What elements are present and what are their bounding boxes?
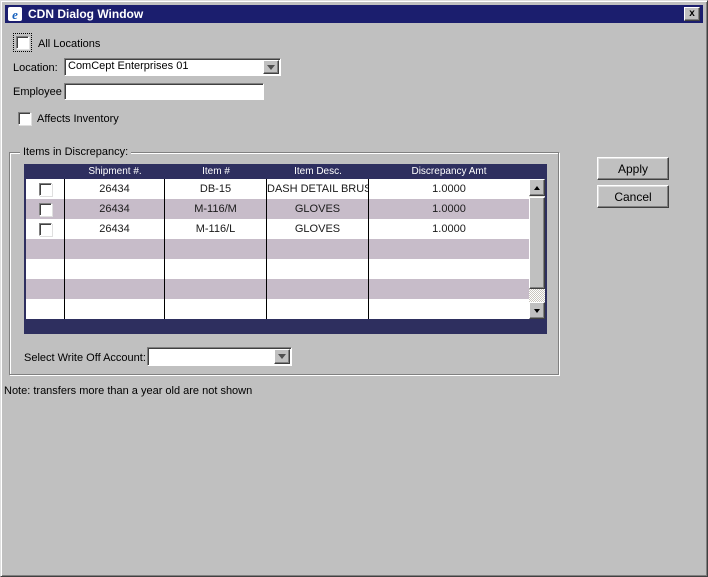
cell-item: M-116/L [165,219,267,239]
triangle-up-icon [534,186,540,190]
cell-desc: GLOVES [267,219,369,239]
cancel-button[interactable]: Cancel [597,185,669,208]
triangle-down-icon [534,309,540,313]
cell-desc: GLOVES [267,199,369,219]
dialog-window: e CDN Dialog Window x All Locations Loca… [0,0,708,577]
row-checkbox-cell [26,279,65,299]
cell-shipment [65,239,165,259]
row-checkbox-cell [26,299,65,319]
column-header-desc: Item Desc. [267,166,369,179]
table-row: 26434M-116/LGLOVES1.0000 [26,219,529,239]
row-checkbox-cell [26,259,65,279]
location-value: ComCept Enterprises 01 [65,59,262,75]
chevron-down-icon [267,65,275,70]
cell-shipment [65,279,165,299]
window-title: CDN Dialog Window [28,7,684,21]
scroll-up-button[interactable] [529,179,545,196]
cell-shipment [65,259,165,279]
cell-amount: 1.0000 [369,219,529,239]
cell-amount [369,259,529,279]
column-header-shipment: Shipment #. [65,166,165,179]
close-icon[interactable]: x [684,7,700,21]
cell-amount [369,299,529,319]
row-checkbox[interactable] [39,223,52,236]
row-checkbox[interactable] [39,183,52,196]
grid-body: 26434DB-15DASH DETAIL BRUS1.000026434M-1… [26,179,529,319]
cell-shipment: 26434 [65,179,165,199]
cell-item: M-116/M [165,199,267,219]
employee-field[interactable] [64,83,264,100]
vertical-scrollbar[interactable] [529,179,545,319]
employee-label: Employee [13,86,62,98]
write-off-account-value [148,348,273,365]
location-combobox[interactable]: ComCept Enterprises 01 [64,58,281,76]
items-in-discrepancy-groupbox: Items in Discrepancy: Shipment #. Item #… [9,152,559,375]
groupbox-title: Items in Discrepancy: [20,146,131,158]
cell-desc [267,299,369,319]
table-row [26,279,529,299]
cell-desc [267,239,369,259]
cell-desc [267,259,369,279]
cell-item [165,299,267,319]
table-header-row: Shipment #. Item # Item Desc. Discrepanc… [26,166,545,179]
chevron-down-icon [278,354,286,359]
cell-shipment: 26434 [65,199,165,219]
table-row [26,259,529,279]
discrepancy-table: Shipment #. Item # Item Desc. Discrepanc… [24,164,547,334]
table-row [26,239,529,259]
titlebar: e CDN Dialog Window x [5,5,703,23]
column-header-checkbox [26,166,65,179]
write-off-dropdown-button[interactable] [274,349,290,364]
cell-shipment [65,299,165,319]
row-checkbox-cell [26,179,65,199]
cell-shipment: 26434 [65,219,165,239]
all-locations-checkbox[interactable] [16,36,29,49]
write-off-account-label: Select Write Off Account: [24,352,146,364]
column-header-item: Item # [165,166,267,179]
table-row: 26434M-116/MGLOVES1.0000 [26,199,529,219]
cell-item: DB-15 [165,179,267,199]
column-header-amount: Discrepancy Amt [369,166,529,179]
cell-desc: DASH DETAIL BRUS [267,179,369,199]
cell-item [165,279,267,299]
row-checkbox-cell [26,239,65,259]
location-dropdown-button[interactable] [263,60,279,74]
location-label: Location: [13,62,58,74]
row-checkbox[interactable] [39,203,52,216]
row-checkbox-cell [26,199,65,219]
note-text: Note: transfers more than a year old are… [4,385,252,397]
apply-button[interactable]: Apply [597,157,669,180]
cell-amount: 1.0000 [369,179,529,199]
scrollbar-track[interactable] [529,289,545,302]
table-row: 26434DB-15DASH DETAIL BRUS1.0000 [26,179,529,199]
cell-amount [369,279,529,299]
write-off-account-combobox[interactable] [147,347,292,366]
cell-amount [369,239,529,259]
cell-item [165,259,267,279]
table-row [26,299,529,319]
scroll-down-button[interactable] [529,302,545,319]
scrollbar-thumb[interactable] [529,197,545,289]
cell-item [165,239,267,259]
affects-inventory-label: Affects Inventory [37,113,119,125]
affects-inventory-checkbox[interactable] [18,112,31,125]
cell-amount: 1.0000 [369,199,529,219]
all-locations-label: All Locations [38,38,100,50]
row-checkbox-cell [26,219,65,239]
cell-desc [267,279,369,299]
app-icon: e [8,7,22,21]
